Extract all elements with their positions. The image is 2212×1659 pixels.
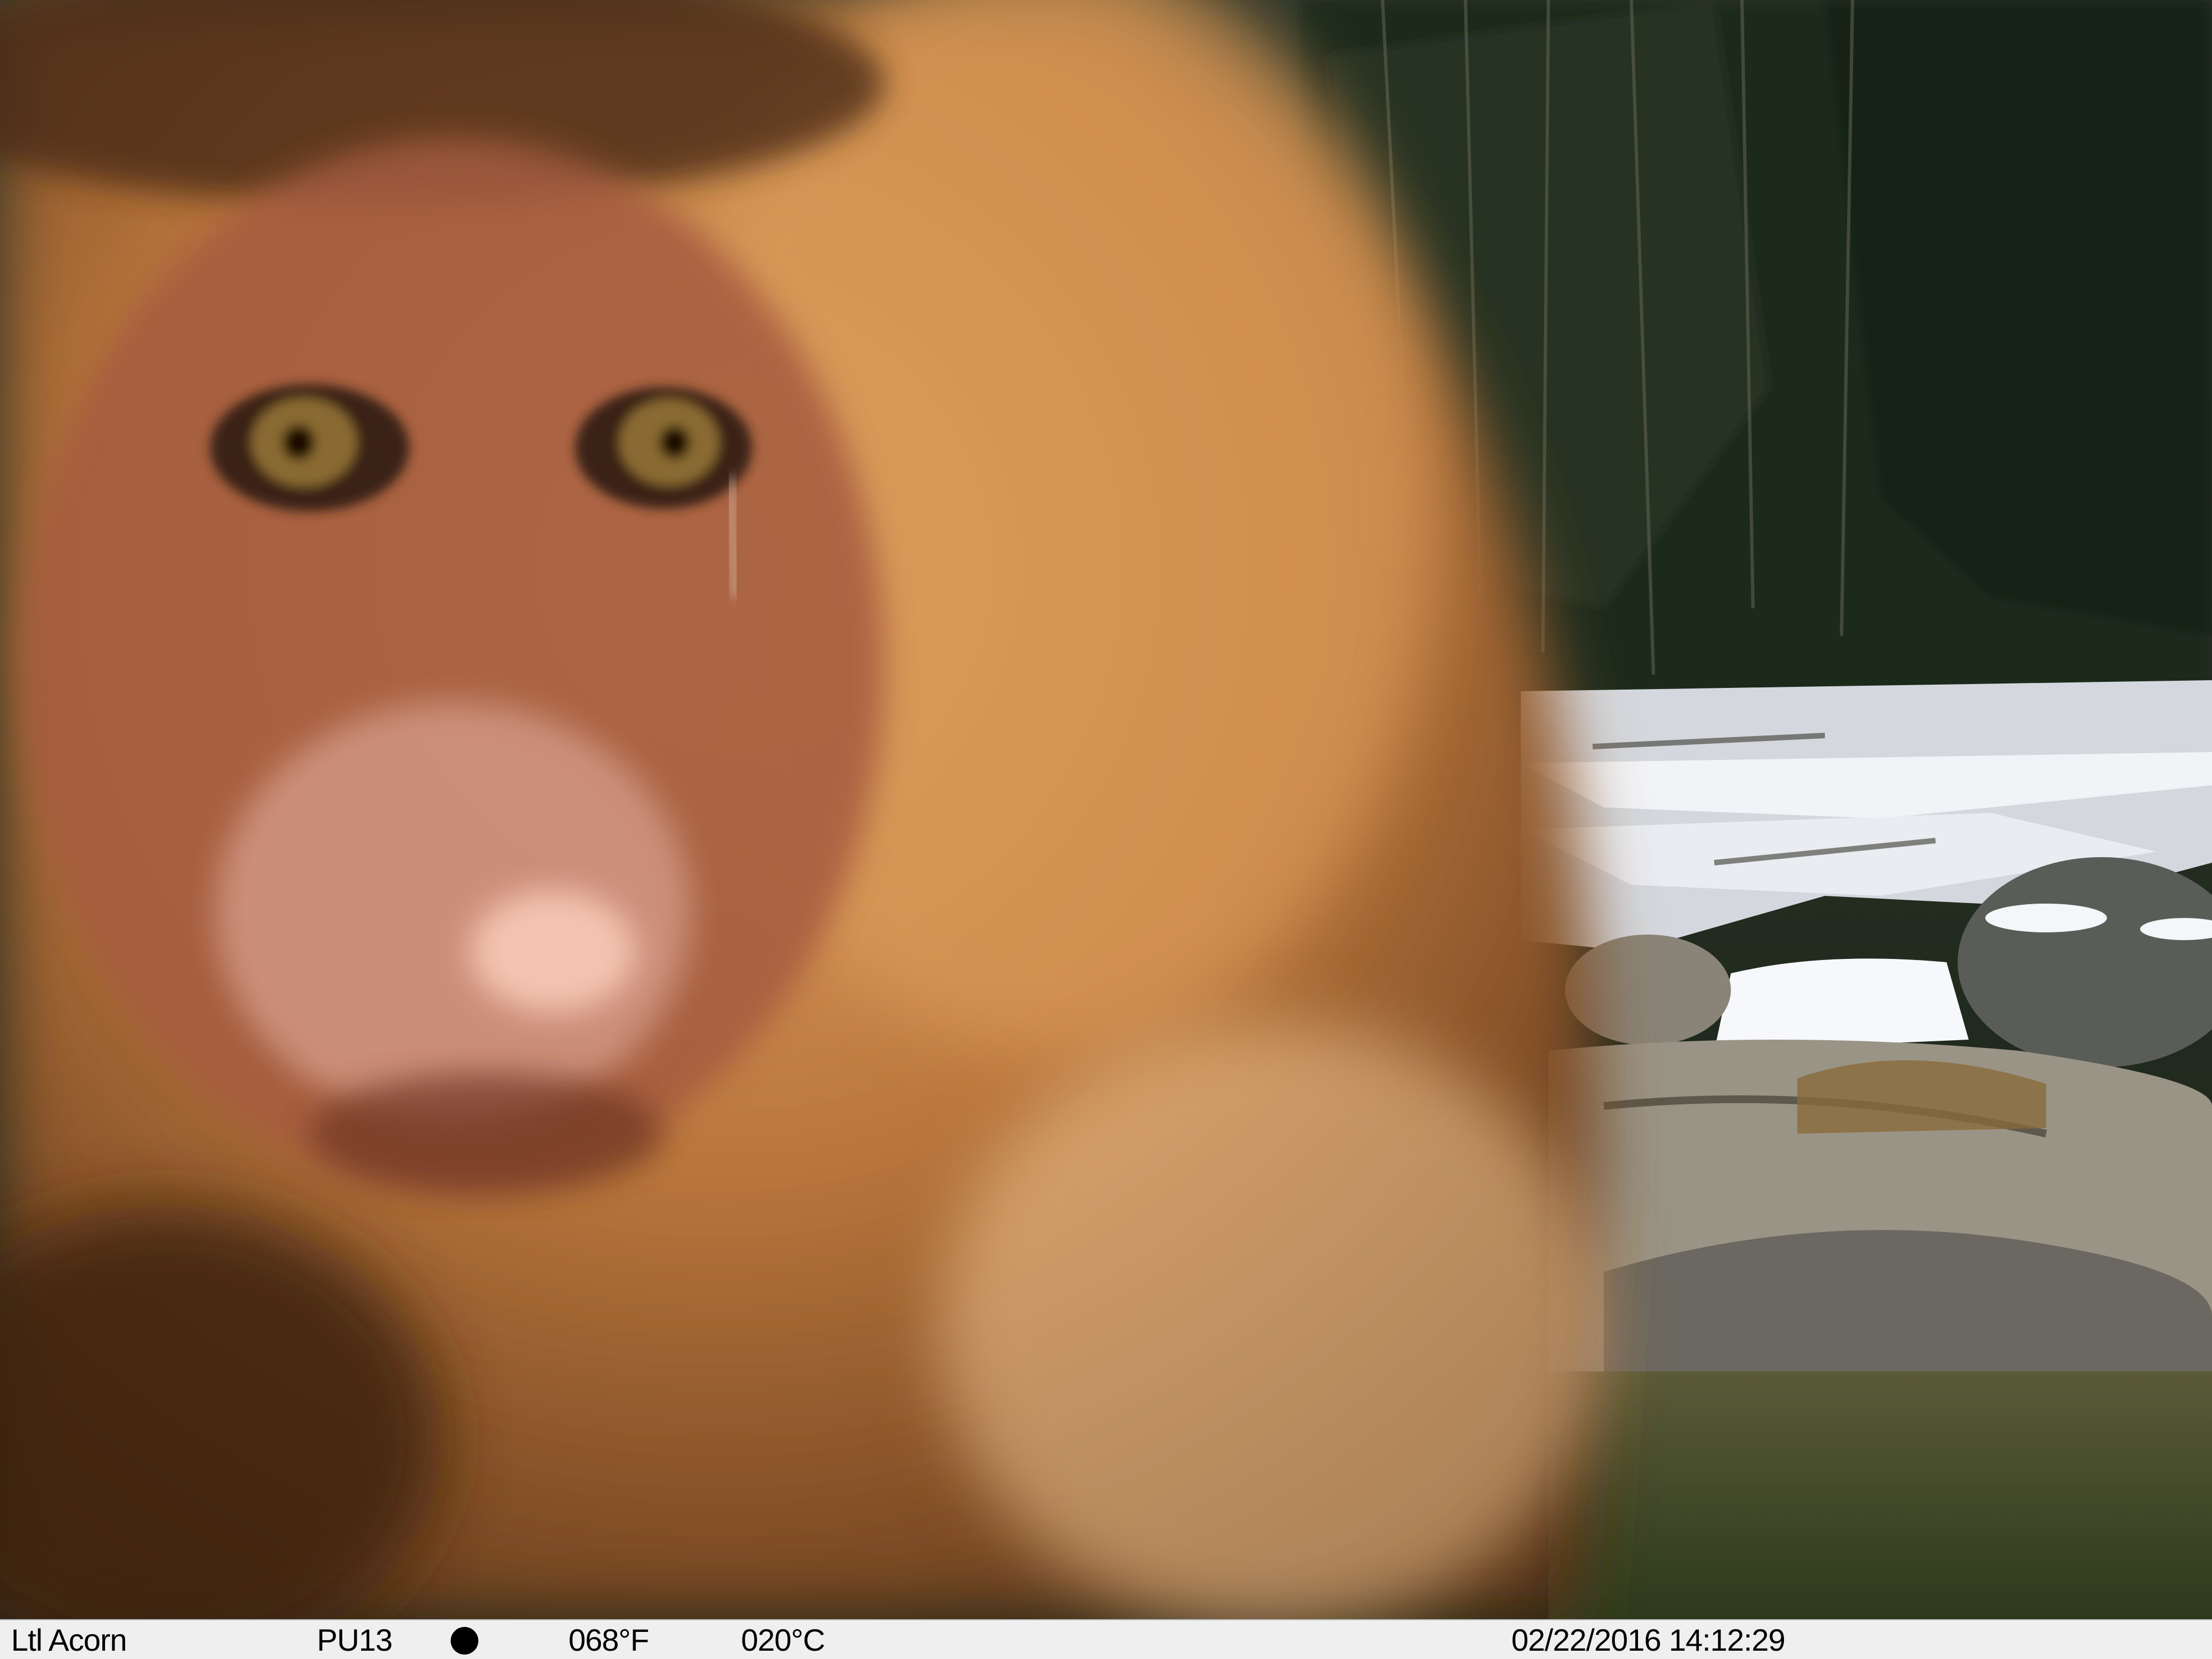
water-pool <box>1548 1371 2212 1619</box>
timestamp: 02/22/2016 14:12:29 <box>1511 1623 1786 1657</box>
temperature-celsius: 020°C <box>741 1623 825 1657</box>
monkey-nose <box>470 890 636 1012</box>
monkey-mouth <box>310 1073 664 1194</box>
snow-mound <box>1714 958 1969 1051</box>
temperature-fahrenheit: 068°F <box>568 1623 649 1657</box>
trail-camera-frame: Ltl Acorn PU13 068°F 020°C 02/22/2016 14… <box>0 0 2212 1659</box>
camera-info-strip: Ltl Acorn PU13 068°F 020°C 02/22/2016 14… <box>0 1619 2212 1659</box>
monkey <box>0 0 1604 1619</box>
wildlife-photo <box>0 0 2212 1619</box>
camera-id: PU13 <box>317 1623 393 1657</box>
moon-full-icon <box>451 1627 478 1655</box>
camera-brand: Ltl Acorn <box>11 1623 127 1657</box>
